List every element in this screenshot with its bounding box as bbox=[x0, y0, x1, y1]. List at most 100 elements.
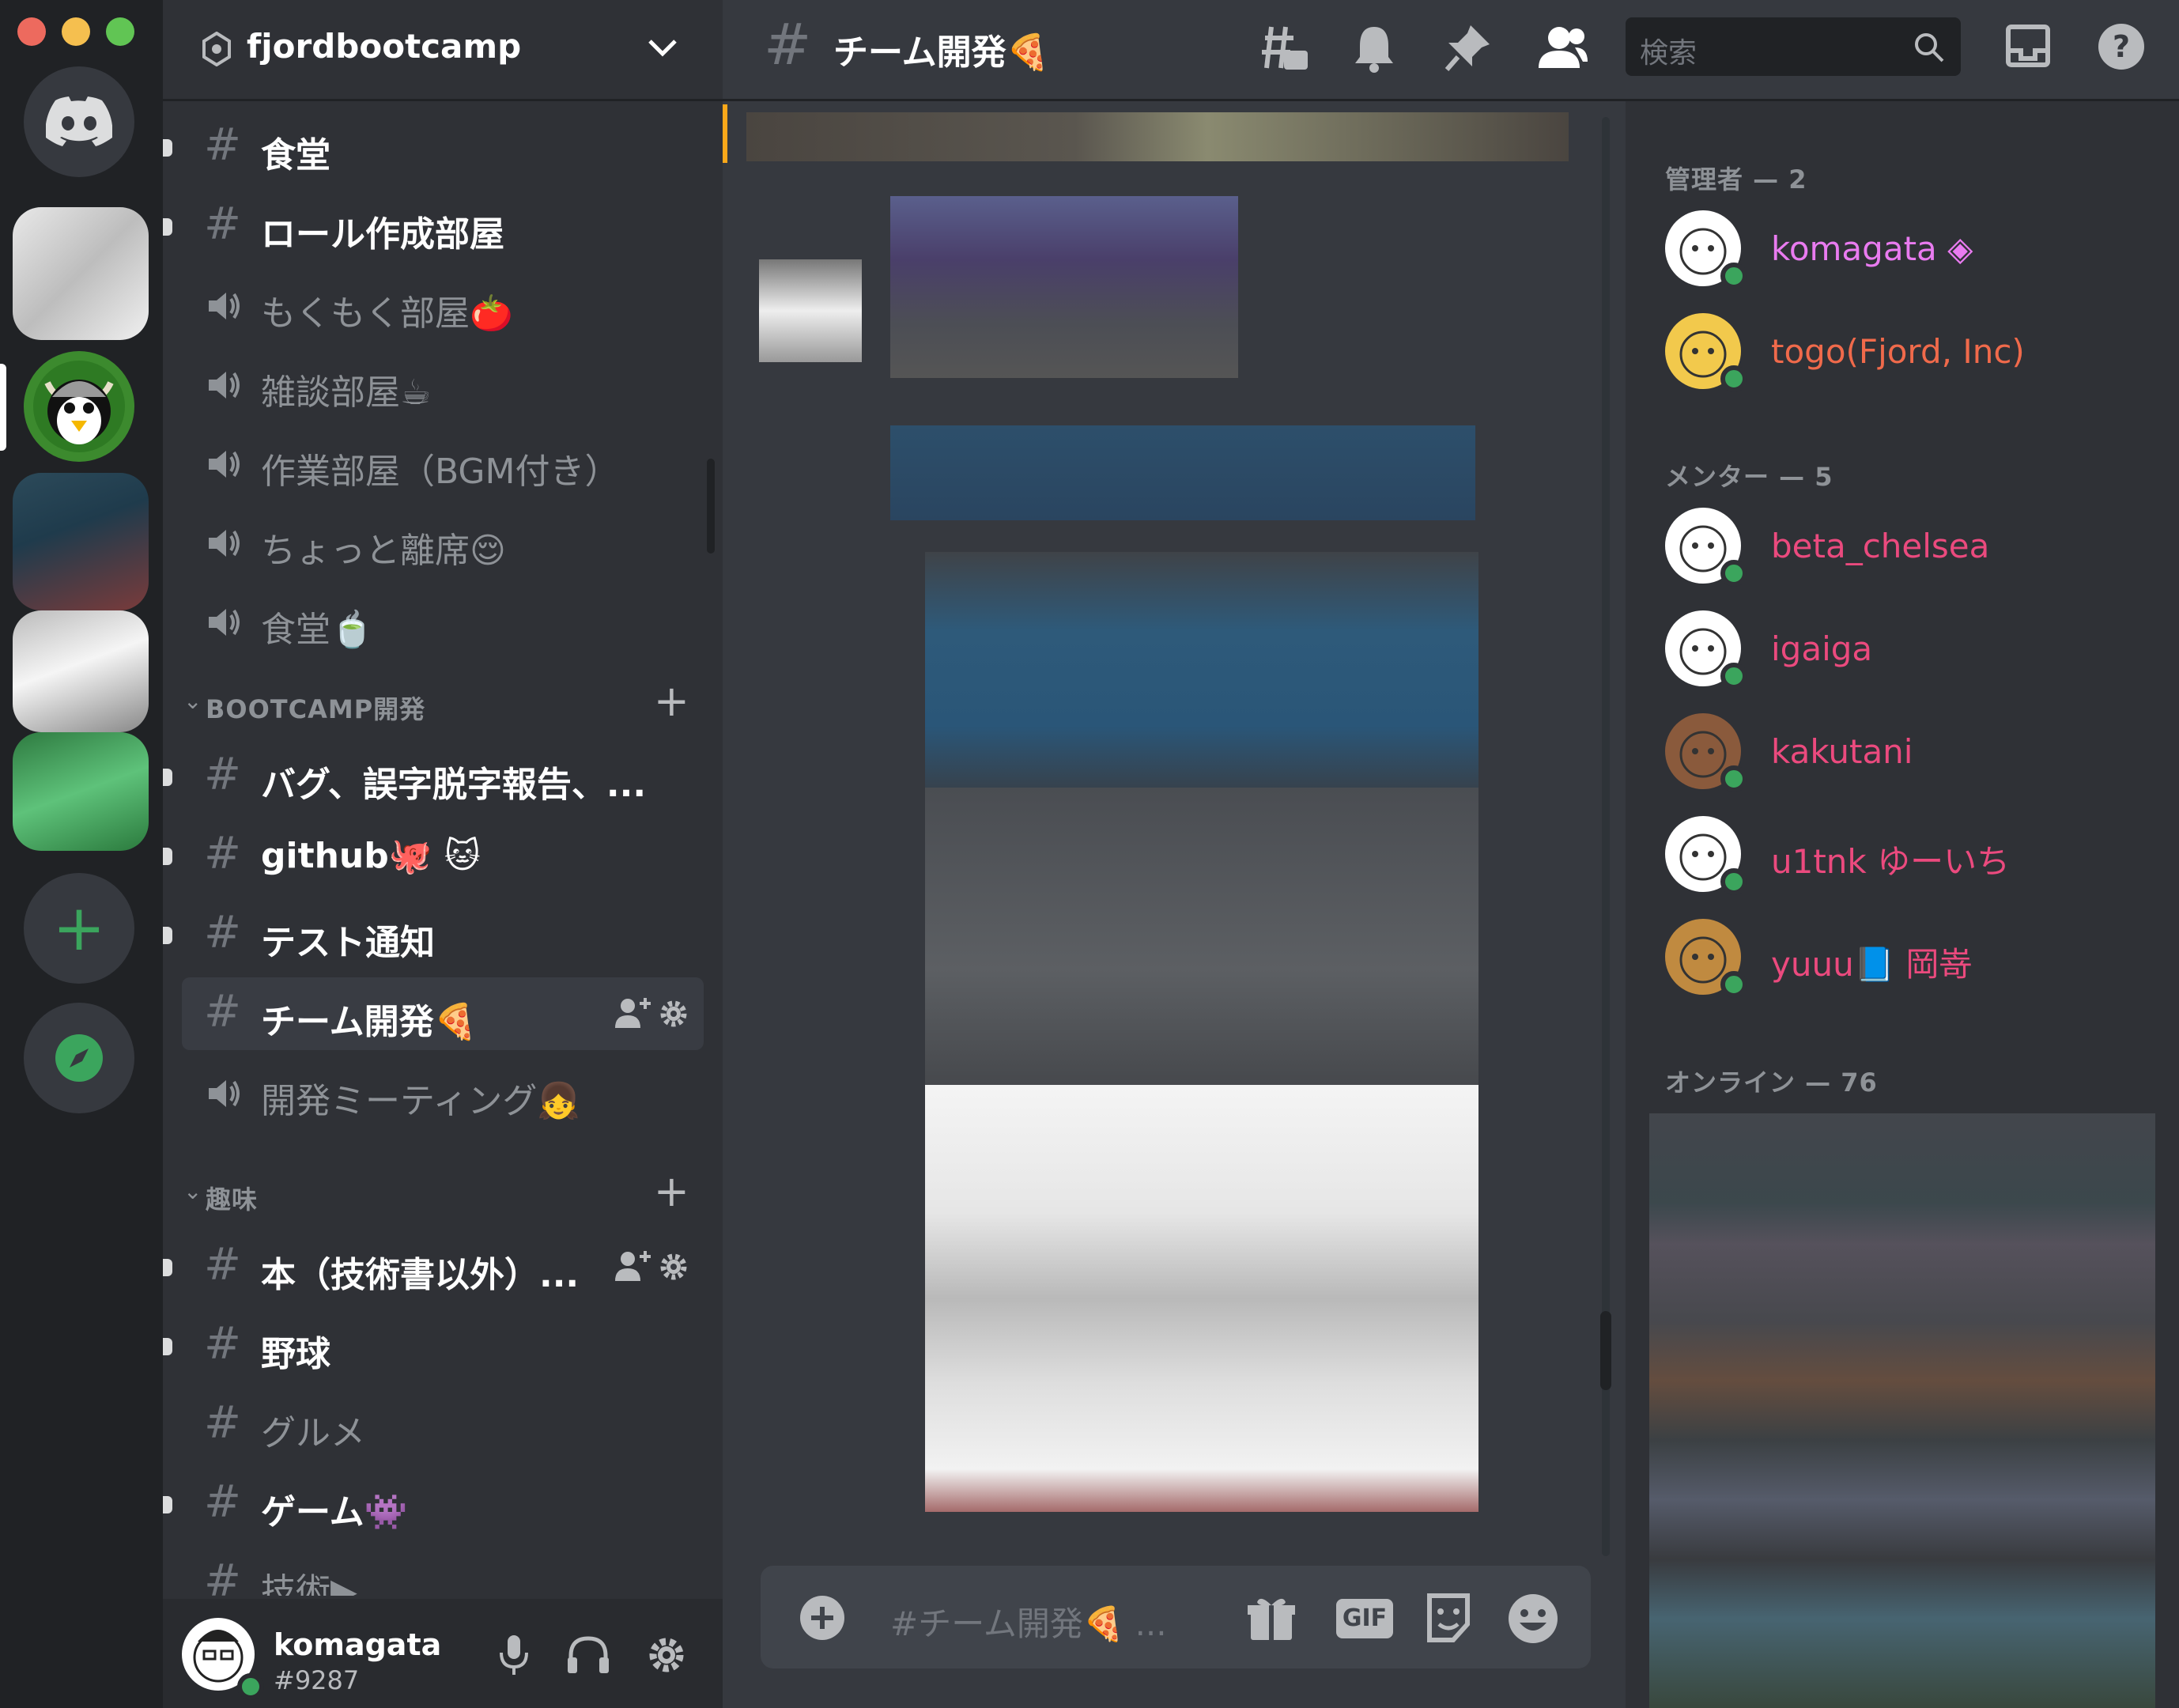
channel-name: テスト通知 bbox=[261, 923, 435, 963]
svg-text:?: ? bbox=[2113, 29, 2130, 64]
message-area: #チーム開発🍕 ... GIF bbox=[723, 101, 1626, 1708]
category-header[interactable]: ⌄ 趣味 + bbox=[182, 1170, 704, 1218]
new-message-marker bbox=[723, 104, 727, 163]
speaker-icon bbox=[209, 293, 240, 319]
message-input[interactable]: #チーム開発🍕 ... bbox=[890, 1597, 1167, 1646]
text-channel[interactable]: # テスト通知 bbox=[182, 898, 704, 971]
text-channel[interactable]: # グルメ bbox=[182, 1389, 704, 1461]
hash-icon: # bbox=[204, 749, 241, 800]
member-item[interactable]: komagata ◈ bbox=[1665, 206, 2155, 293]
emoji-icon[interactable] bbox=[1507, 1593, 1559, 1645]
compass-icon bbox=[55, 1034, 103, 1082]
channel-name: ちょっと離席😌 bbox=[261, 531, 506, 571]
threads-icon[interactable] bbox=[1257, 24, 1309, 74]
invite-icon[interactable] bbox=[615, 996, 651, 1030]
close-window-button[interactable] bbox=[17, 17, 46, 46]
chevron-down-icon[interactable] bbox=[647, 36, 678, 60]
text-channel[interactable]: # ゲーム👾 bbox=[182, 1468, 704, 1540]
unread-indicator bbox=[163, 769, 172, 786]
plus-circle-icon[interactable] bbox=[799, 1594, 846, 1642]
member-name: beta_chelsea bbox=[1771, 527, 1990, 565]
channel-name: ゲーム👾 bbox=[261, 1492, 408, 1532]
home-button[interactable] bbox=[24, 66, 134, 177]
member-item[interactable]: u1tnk ゆーいち bbox=[1665, 811, 2155, 898]
role-header-online: オンライン — 76 bbox=[1665, 1068, 1878, 1098]
member-item[interactable]: igaiga bbox=[1665, 606, 2155, 693]
member-item[interactable]: yuuu📘 岡嵜 bbox=[1665, 914, 2155, 1001]
hash-icon: # bbox=[204, 1239, 241, 1290]
text-channel[interactable]: # チーム開発🍕 bbox=[182, 977, 704, 1050]
gift-icon[interactable] bbox=[1246, 1594, 1297, 1643]
microphone-icon[interactable] bbox=[495, 1634, 533, 1676]
penguin-viking-icon bbox=[33, 361, 125, 452]
server-header[interactable]: fjordbootcamp bbox=[163, 0, 723, 101]
blurred-message bbox=[890, 425, 1475, 520]
minimize-window-button[interactable] bbox=[62, 17, 90, 46]
help-icon[interactable]: ? bbox=[2097, 22, 2146, 71]
add-server-button[interactable]: + bbox=[24, 873, 134, 984]
text-channel[interactable]: # 本（技術書以外）... bbox=[182, 1230, 704, 1303]
message-composer[interactable]: #チーム開発🍕 ... GIF bbox=[761, 1566, 1591, 1668]
member-list-icon[interactable] bbox=[1535, 24, 1589, 71]
role-header-mentor: メンター — 5 bbox=[1665, 462, 1833, 492]
gif-button[interactable]: GIF bbox=[1336, 1599, 1393, 1638]
blurred-member-list bbox=[1649, 1113, 2155, 1708]
voice-channel[interactable]: 雑談部屋☕ bbox=[182, 348, 704, 421]
channel-name: もくもく部屋🍅 bbox=[261, 293, 513, 334]
online-status-dot bbox=[1720, 868, 1747, 895]
sticker-icon[interactable] bbox=[1425, 1593, 1472, 1643]
blurred-avatar bbox=[759, 259, 862, 362]
speaker-icon bbox=[209, 530, 240, 557]
voice-channel[interactable]: ちょっと離席😌 bbox=[182, 506, 704, 579]
scrollbar[interactable] bbox=[707, 459, 715, 554]
server-icon-fjord[interactable] bbox=[24, 351, 134, 462]
member-name: komagata ◈ bbox=[1771, 229, 1973, 268]
category-header[interactable]: ⌄ BOOTCAMP開発 + bbox=[182, 680, 704, 727]
inbox-icon[interactable] bbox=[2005, 24, 2051, 68]
invite-icon[interactable] bbox=[615, 1249, 651, 1283]
explore-servers-button[interactable] bbox=[24, 1003, 134, 1113]
hash-icon: # bbox=[204, 986, 241, 1037]
hash-icon: # bbox=[204, 1476, 241, 1528]
blurred-image-attachment[interactable] bbox=[925, 1085, 1478, 1512]
member-item[interactable]: kakutani bbox=[1665, 709, 2155, 795]
voice-channel[interactable]: 食堂🍵 bbox=[182, 585, 704, 658]
bell-icon[interactable] bbox=[1352, 24, 1396, 73]
server-icon[interactable] bbox=[13, 610, 149, 732]
channel-title: チーム開発🍕 bbox=[833, 32, 1050, 73]
gear-icon[interactable] bbox=[658, 1251, 689, 1283]
pin-icon[interactable] bbox=[1444, 22, 1493, 73]
member-item[interactable]: togo(Fjord, Inc) bbox=[1665, 308, 2155, 395]
gear-icon[interactable] bbox=[645, 1634, 688, 1676]
voice-channel[interactable]: 開発ミーティング👧 bbox=[182, 1056, 704, 1129]
server-icon[interactable] bbox=[13, 207, 149, 340]
blurred-message bbox=[890, 196, 1238, 378]
gear-icon[interactable] bbox=[658, 998, 689, 1030]
hash-icon: # bbox=[204, 1555, 241, 1597]
headphones-icon[interactable] bbox=[566, 1634, 610, 1676]
server-icon[interactable] bbox=[13, 473, 149, 610]
text-channel[interactable]: # github🐙 🐱 bbox=[182, 819, 704, 892]
voice-channel[interactable]: 作業部屋（BGM付き） bbox=[182, 427, 704, 500]
plus-icon: + bbox=[52, 891, 106, 965]
scrollbar[interactable] bbox=[1600, 1311, 1611, 1390]
unread-indicator bbox=[163, 139, 172, 157]
text-channel[interactable]: # 技術▶ bbox=[182, 1547, 704, 1597]
maximize-window-button[interactable] bbox=[106, 17, 134, 46]
server-icon[interactable] bbox=[13, 732, 149, 851]
text-channel[interactable]: # 野球 bbox=[182, 1309, 704, 1382]
search-box[interactable]: 検索 bbox=[1626, 17, 1961, 76]
text-channel[interactable]: # ロール作成部屋 bbox=[182, 190, 704, 263]
channel-name: バグ、誤字脱字報告、... bbox=[261, 765, 647, 805]
voice-channel[interactable]: もくもく部屋🍅 bbox=[182, 269, 704, 342]
text-channel[interactable]: # バグ、誤字脱字報告、... bbox=[182, 740, 704, 813]
add-channel-icon[interactable]: + bbox=[654, 1170, 689, 1213]
member-item[interactable]: beta_chelsea bbox=[1665, 503, 2155, 590]
add-channel-icon[interactable]: + bbox=[654, 680, 689, 723]
user-panel: komagata #9287 bbox=[163, 1599, 723, 1708]
channel-name: ロール作成部屋 bbox=[261, 214, 504, 255]
category-label: BOOTCAMP開発 bbox=[206, 694, 426, 724]
text-channel[interactable]: # 食堂 bbox=[182, 111, 704, 183]
member-list: 管理者 — 2 メンター — 5 オンライン — 76 komagata ◈ to… bbox=[1626, 101, 2179, 1708]
speaker-icon bbox=[209, 1080, 240, 1107]
